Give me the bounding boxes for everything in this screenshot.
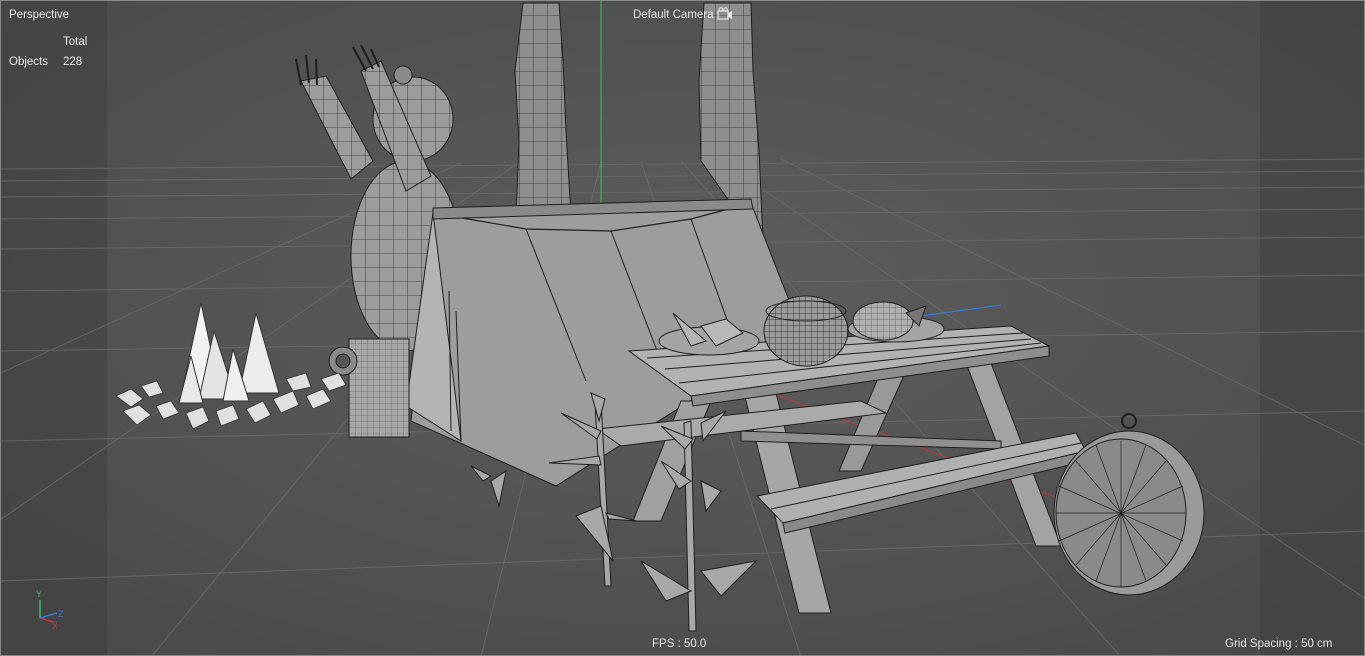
basket-model bbox=[763, 295, 849, 367]
stats-column-header: Total bbox=[63, 36, 88, 48]
stats-row-label: Objects bbox=[9, 56, 48, 68]
gizmo-x-label: X bbox=[52, 621, 58, 631]
stats-objects-count: 228 bbox=[63, 56, 83, 68]
scene-render[interactable] bbox=[1, 1, 1365, 656]
fps-readout: FPS : 50.0 bbox=[652, 638, 707, 650]
safe-frame-right bbox=[1260, 1, 1364, 655]
axis-gizmo-icon: Y X Z bbox=[36, 589, 64, 631]
gizmo-y-label: Y bbox=[36, 589, 42, 599]
view-name-label[interactable]: Perspective bbox=[9, 8, 69, 22]
safe-frame-left bbox=[1, 1, 107, 655]
gizmo-z-line bbox=[39, 612, 58, 619]
gizmo-z-label: Z bbox=[58, 609, 64, 619]
scene-stats-panel: Total Objects 228 bbox=[7, 33, 91, 73]
3d-viewport[interactable]: Perspective Default Camera Total Objects… bbox=[0, 0, 1365, 656]
grid-spacing-readout: Grid Spacing : 50 cm bbox=[1225, 638, 1333, 650]
camera-name-label[interactable]: Default Camera bbox=[633, 8, 714, 22]
camera-icon[interactable] bbox=[717, 7, 733, 21]
